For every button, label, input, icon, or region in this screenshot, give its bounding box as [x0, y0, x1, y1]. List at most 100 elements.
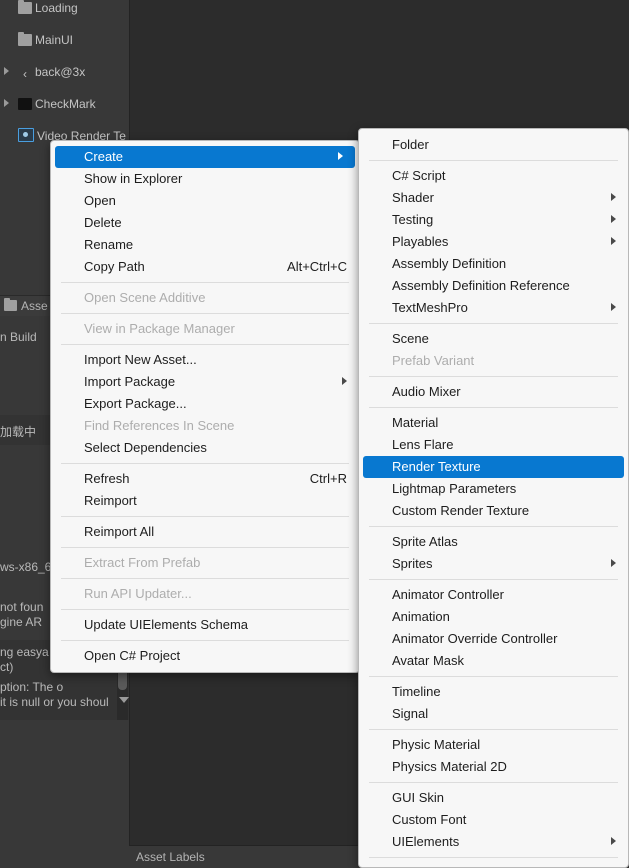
tree-item-back-3x[interactable]: ‹ back@3x — [0, 64, 129, 80]
menu-separator — [369, 857, 618, 858]
menu-item-shortcut: Ctrl+R — [309, 471, 347, 486]
menu-item-custom-font[interactable]: Custom Font — [359, 809, 628, 831]
menu-item-select-dependencies[interactable]: Select Dependencies — [51, 437, 359, 459]
menu-item-label: Animator Controller — [392, 587, 504, 602]
menu-item-gui-skin[interactable]: GUI Skin — [359, 787, 628, 809]
tree-item-label: CheckMark — [35, 97, 96, 111]
menu-item-label: Extract From Prefab — [84, 555, 201, 570]
menu-item-shortcut: Alt+Ctrl+C — [287, 259, 347, 274]
menu-separator — [369, 676, 618, 677]
menu-separator — [61, 640, 349, 641]
tree-item-loading[interactable]: Loading — [0, 0, 129, 16]
menu-item-label: Sprites — [392, 556, 433, 571]
folder-icon — [18, 0, 32, 14]
menu-item-animation[interactable]: Animation — [359, 606, 628, 628]
menu-item-label: Refresh — [84, 471, 130, 486]
menu-item-c-script[interactable]: C# Script — [359, 165, 628, 187]
foldout-arrow-icon[interactable] — [4, 99, 9, 107]
menu-item-custom-render-texture[interactable]: Custom Render Texture — [359, 500, 628, 522]
menu-item-render-texture[interactable]: Render Texture — [363, 456, 624, 478]
menu-item-export-package[interactable]: Export Package... — [51, 393, 359, 415]
menu-item-label: Scene — [392, 331, 429, 346]
menu-item-open-c-project[interactable]: Open C# Project — [51, 645, 359, 667]
menu-item-label: Reimport All — [84, 524, 155, 539]
menu-item-rename[interactable]: Rename — [51, 234, 359, 256]
menu-item-animator-override-controller[interactable]: Animator Override Controller — [359, 628, 628, 650]
menu-item-label: Timeline — [392, 684, 441, 699]
menu-item-update-uielements-schema[interactable]: Update UIElements Schema — [51, 614, 359, 636]
chevron-right-icon — [611, 303, 616, 311]
menu-item-shader[interactable]: Shader — [359, 187, 628, 209]
menu-item-lens-flare[interactable]: Lens Flare — [359, 434, 628, 456]
menu-separator — [369, 407, 618, 408]
menu-item-run-api-updater: Run API Updater... — [51, 583, 359, 605]
menu-item-testing[interactable]: Testing — [359, 209, 628, 231]
menu-separator — [61, 609, 349, 610]
menu-item-show-in-explorer[interactable]: Show in Explorer — [51, 168, 359, 190]
menu-item-create[interactable]: Create — [55, 146, 355, 168]
menu-separator — [61, 313, 349, 314]
menu-item-playables[interactable]: Playables — [359, 231, 628, 253]
foldout-arrow-icon[interactable] — [4, 67, 9, 75]
folder-icon — [18, 32, 32, 46]
menu-item-label: Assembly Definition — [392, 256, 507, 271]
menu-item-animator-controller[interactable]: Animator Controller — [359, 584, 628, 606]
menu-item-prefab-variant: Prefab Variant — [359, 350, 628, 372]
menu-item-refresh[interactable]: Refresh Ctrl+R — [51, 468, 359, 490]
tree-item-label: Loading — [35, 1, 78, 15]
menu-item-import-package[interactable]: Import Package — [51, 371, 359, 393]
menu-item-sprites[interactable]: Sprites — [359, 553, 628, 575]
menu-item-physic-material[interactable]: Physic Material — [359, 734, 628, 756]
menu-item-timeline[interactable]: Timeline — [359, 681, 628, 703]
menu-item-label: Playables — [392, 234, 449, 249]
menu-item-assembly-definition-reference[interactable]: Assembly Definition Reference — [359, 275, 628, 297]
menu-item-reimport[interactable]: Reimport — [51, 490, 359, 512]
menu-item-folder[interactable]: Folder — [359, 134, 628, 156]
render-texture-icon — [18, 128, 34, 142]
menu-item-uielements[interactable]: UIElements — [359, 831, 628, 853]
chevron-right-icon — [611, 193, 616, 201]
menu-item-audio-mixer[interactable]: Audio Mixer — [359, 381, 628, 403]
menu-item-copy-path[interactable]: Copy Path Alt+Ctrl+C — [51, 256, 359, 278]
menu-item-material[interactable]: Material — [359, 412, 628, 434]
menu-item-label: Animator Override Controller — [392, 631, 558, 646]
menu-item-sprite-atlas[interactable]: Sprite Atlas — [359, 531, 628, 553]
menu-item-assembly-definition[interactable]: Assembly Definition — [359, 253, 628, 275]
menu-item-physics-material-2d[interactable]: Physics Material 2D — [359, 756, 628, 778]
tree-item-label: back@3x — [35, 65, 86, 79]
tree-item-label: MainUI — [35, 33, 74, 47]
menu-item-signal[interactable]: Signal — [359, 703, 628, 725]
menu-item-label: C# Script — [392, 168, 446, 183]
console-line: ption: The o — [0, 680, 64, 694]
menu-item-open[interactable]: Open — [51, 190, 359, 212]
scroll-down-arrow-icon[interactable] — [119, 697, 129, 703]
project-context-menu[interactable]: Create Show in Explorer Open Delete Rename Co… — [50, 140, 360, 673]
menu-item-textmeshpro[interactable]: TextMeshPro — [359, 297, 628, 319]
tree-item-mainui[interactable]: MainUI — [0, 32, 129, 48]
project-tree-rows: Loading MainUI ‹ back@3x CheckMark Video Rend… — [0, 0, 129, 143]
create-submenu[interactable]: Folder C# Script Shader Testing Playables Ass… — [358, 128, 629, 868]
menu-item-label: Assembly Definition Reference — [392, 278, 570, 293]
menu-item-label: Run API Updater... — [84, 586, 192, 601]
menu-item-label: Physic Material — [392, 737, 481, 752]
tree-item-checkmark[interactable]: CheckMark — [0, 96, 129, 112]
menu-item-label: Reimport — [84, 493, 137, 508]
menu-item-label: Sprite Atlas — [392, 534, 458, 549]
menu-item-scene[interactable]: Scene — [359, 328, 628, 350]
menu-item-lightmap-parameters[interactable]: Lightmap Parameters — [359, 478, 628, 500]
menu-item-avatar-mask[interactable]: Avatar Mask — [359, 650, 628, 672]
menu-item-label: UIElements — [392, 834, 460, 849]
menu-item-delete[interactable]: Delete — [51, 212, 359, 234]
menu-item-label: Shader — [392, 190, 434, 205]
menu-item-label: Avatar Mask — [392, 653, 465, 668]
menu-item-label: Import Package — [84, 374, 176, 389]
menu-item-label: Custom Font — [392, 812, 467, 827]
menu-item-label: Prefab Variant — [392, 353, 475, 368]
folder-icon — [4, 298, 17, 311]
menu-separator — [369, 782, 618, 783]
menu-item-label: Lens Flare — [392, 437, 454, 452]
menu-item-import-new-asset[interactable]: Import New Asset... — [51, 349, 359, 371]
menu-item-reimport-all[interactable]: Reimport All — [51, 521, 359, 543]
menu-item-label: Export Package... — [84, 396, 187, 411]
chevron-right-icon — [611, 559, 616, 567]
